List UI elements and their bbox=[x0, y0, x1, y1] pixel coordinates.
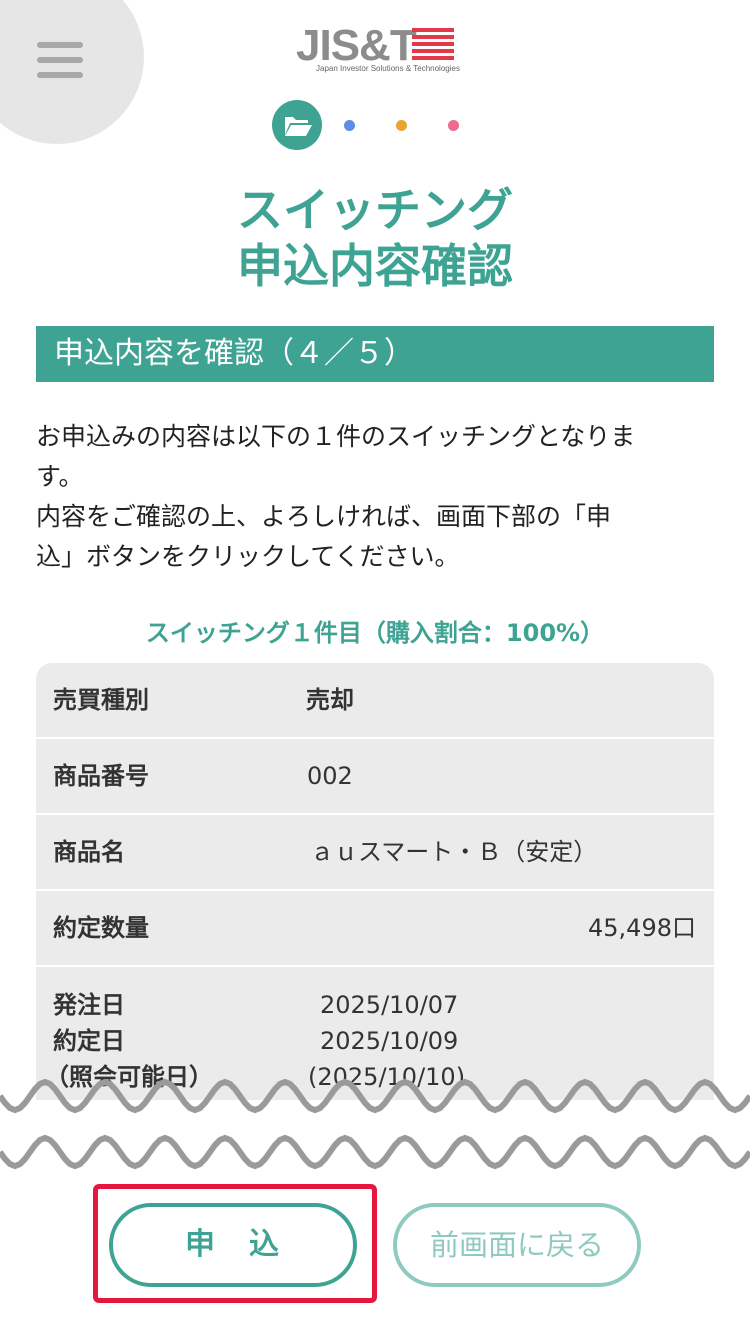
intro-text: お申込みの内容は以下の１件のスイッチングとなりま す。 内容をご確認の上、よろし… bbox=[36, 417, 716, 577]
section-heading: 申込内容を確認（４／５） bbox=[36, 326, 714, 382]
table-row: 売買種別 売却 bbox=[36, 663, 714, 739]
back-button[interactable]: 前画面に戻る bbox=[393, 1203, 641, 1287]
contract-quantity-label: 約定数量 bbox=[53, 914, 149, 942]
page-title-line2: 申込内容確認 bbox=[237, 239, 513, 293]
step-3-dot bbox=[396, 120, 407, 131]
hamburger-menu-icon[interactable] bbox=[37, 42, 83, 80]
step-2-dot bbox=[344, 120, 355, 131]
product-name-value: ａｕスマート・Ｂ（安定） bbox=[310, 838, 598, 866]
jist-logo: JIS&T Japan Investor Solutions & Technol… bbox=[296, 24, 466, 76]
order-date-label: 発注日 bbox=[53, 991, 125, 1019]
switching-detail-table: 売買種別 売却 商品番号 002 商品名 ａｕスマート・Ｂ（安定） 約定数量 4… bbox=[36, 663, 714, 1103]
contract-date-value: 2025/10/09 bbox=[320, 1027, 459, 1055]
contract-date-label: 約定日 bbox=[53, 1027, 125, 1055]
folder-open-icon bbox=[285, 117, 312, 136]
product-number-label: 商品番号 bbox=[53, 762, 149, 790]
intro-line1: お申込みの内容は以下の１件のスイッチングとなりま bbox=[36, 422, 636, 451]
table-row: 約定数量 45,498口 bbox=[36, 891, 714, 967]
step-indicator bbox=[272, 100, 472, 150]
intro-line4: 込」ボタンをクリックしてください。 bbox=[36, 542, 460, 571]
intro-line3: 内容をご確認の上、よろしければ、画面下部の「申 bbox=[36, 502, 612, 531]
trade-type-value: 売却 bbox=[306, 686, 354, 714]
table-row: 商品番号 002 bbox=[36, 739, 714, 815]
content-break-wave bbox=[0, 1078, 750, 1176]
step-1-active bbox=[272, 100, 322, 150]
order-date-value: 2025/10/07 bbox=[320, 991, 459, 1019]
apply-button[interactable]: 申 込 bbox=[109, 1203, 357, 1287]
switching-case-title: スイッチング１件目（購入割合：100%） bbox=[145, 619, 605, 647]
page-title: スイッチング 申込内容確認 bbox=[0, 182, 750, 294]
page-title-line1: スイッチング bbox=[237, 183, 513, 237]
step-4-dot bbox=[448, 120, 459, 131]
table-row: 商品名 ａｕスマート・Ｂ（安定） bbox=[36, 815, 714, 891]
logo-subtitle: Japan Investor Solutions & Technologies bbox=[316, 64, 460, 73]
intro-line2: す。 bbox=[36, 462, 84, 491]
trade-type-label: 売買種別 bbox=[53, 686, 149, 714]
contract-quantity-value: 45,498口 bbox=[588, 914, 696, 942]
product-name-label: 商品名 bbox=[53, 838, 125, 866]
product-number-value: 002 bbox=[307, 762, 353, 790]
logo-stripes-icon bbox=[412, 28, 454, 63]
